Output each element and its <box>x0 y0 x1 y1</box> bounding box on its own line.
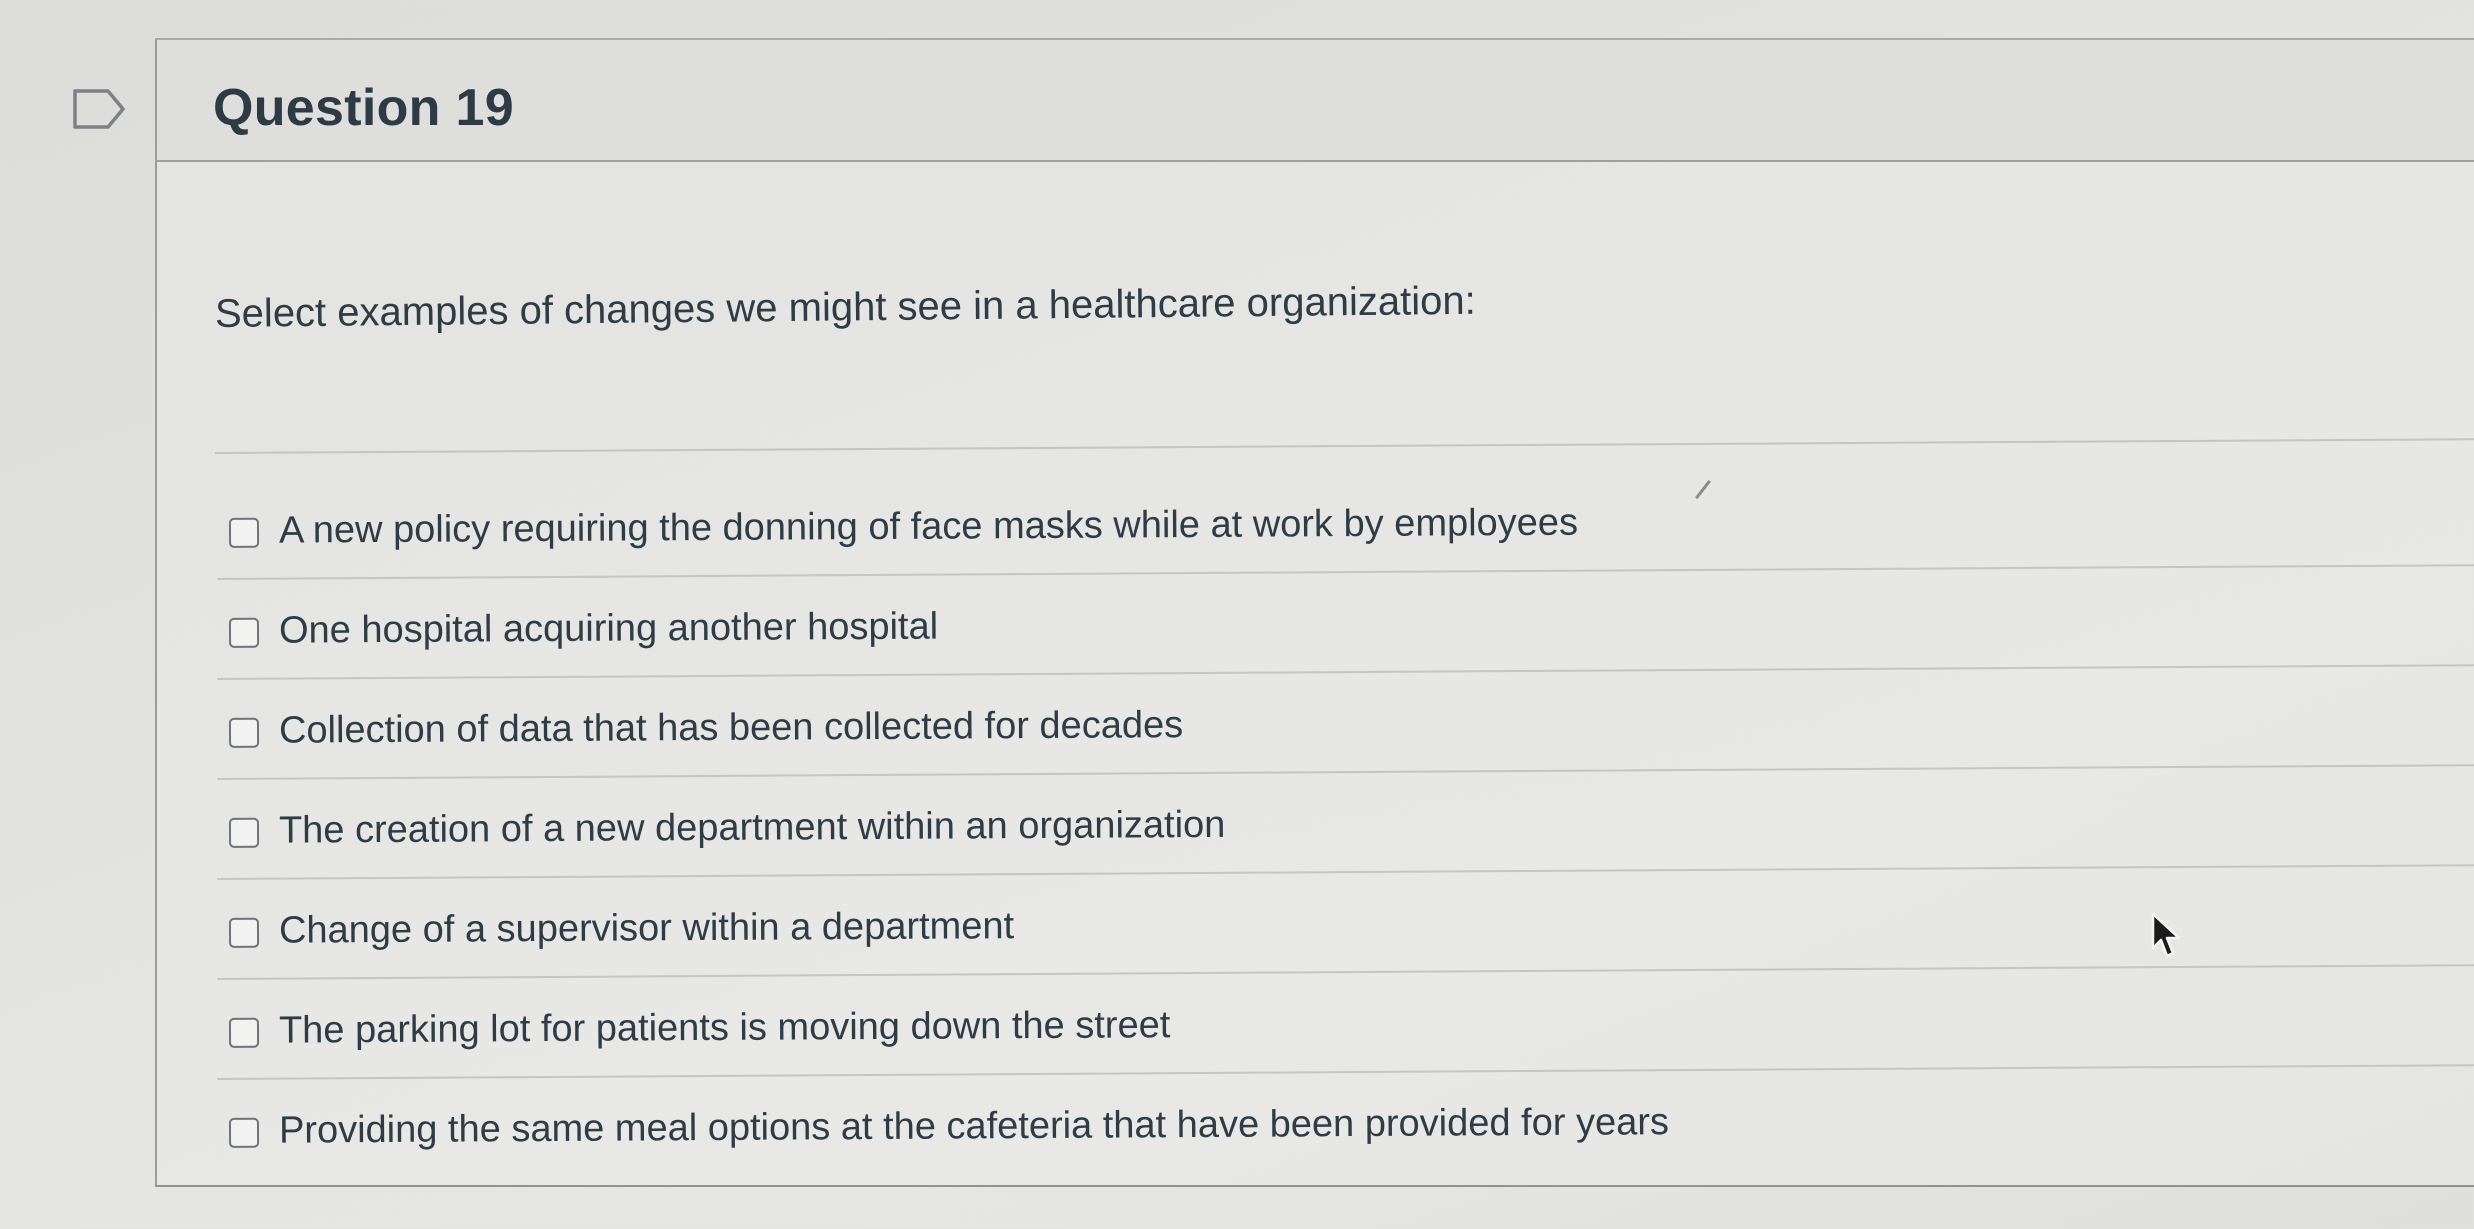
answer-option[interactable]: A new policy requiring the donning of fa… <box>216 465 2474 580</box>
answer-label[interactable]: Change of a supervisor within a departme… <box>279 905 1014 952</box>
answer-option[interactable]: Change of a supervisor within a departme… <box>216 865 2474 980</box>
answer-option[interactable]: One hospital acquiring another hospital <box>216 565 2474 680</box>
answer-list: A new policy requiring the donning of fa… <box>216 465 2474 1178</box>
answer-checkbox[interactable] <box>228 717 260 748</box>
answer-option[interactable]: Collection of data that has been collect… <box>216 665 2474 780</box>
question-header: Question 19 <box>157 40 2474 162</box>
answer-label[interactable]: The parking lot for patients is moving d… <box>279 1004 1171 1052</box>
divider <box>214 437 2474 454</box>
answer-checkbox[interactable] <box>228 517 260 548</box>
answer-checkbox[interactable] <box>228 817 260 848</box>
question-card: Question 19 Select examples of changes w… <box>155 38 2474 1187</box>
answer-checkbox[interactable] <box>228 1017 260 1048</box>
answer-label[interactable]: A new policy requiring the donning of fa… <box>279 502 1578 553</box>
answer-option[interactable]: The creation of a new department within … <box>216 765 2474 880</box>
answer-checkbox[interactable] <box>228 917 260 948</box>
answer-option[interactable]: The parking lot for patients is moving d… <box>216 965 2474 1080</box>
answer-option[interactable]: Providing the same meal options at the c… <box>217 1066 2474 1178</box>
answer-label[interactable]: Providing the same meal options at the c… <box>279 1101 1669 1152</box>
answer-label[interactable]: The creation of a new department within … <box>279 804 1226 853</box>
answer-label[interactable]: Collection of data that has been collect… <box>279 704 1183 753</box>
mouse-pointer-icon <box>2150 912 2184 962</box>
answer-label[interactable]: One hospital acquiring another hospital <box>279 606 938 653</box>
question-title: Question 19 <box>213 79 514 137</box>
question-prompt: Select examples of changes we might see … <box>214 278 1476 336</box>
flag-question-icon[interactable] <box>72 88 126 130</box>
answer-checkbox[interactable] <box>228 617 260 648</box>
answer-checkbox[interactable] <box>228 1117 260 1148</box>
